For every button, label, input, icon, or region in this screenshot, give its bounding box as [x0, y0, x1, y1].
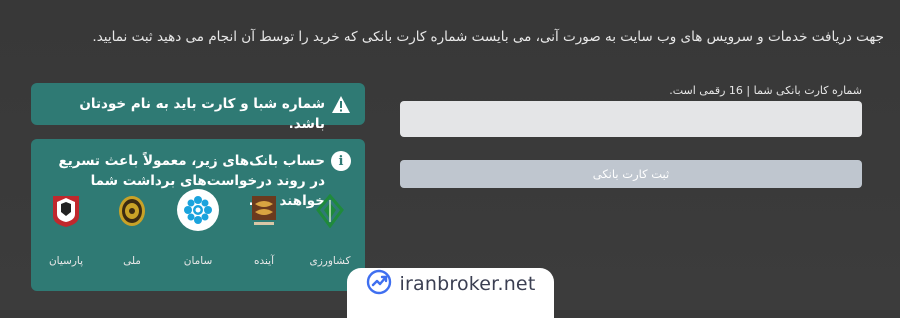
bank-list: پارسیان ملی سامان آینده کشاورزی [37, 189, 359, 271]
intro-text: جهت دریافت خدمات و سرویس های وب سایت به … [92, 29, 884, 45]
parsian-bank-logo [46, 191, 86, 231]
bank-item-melli: ملی [103, 191, 161, 271]
keshavarzi-bank-logo [310, 191, 350, 231]
bank-name: ملی [123, 255, 141, 267]
bank-item-parsian: پارسیان [37, 191, 95, 271]
watermark-text: iranbroker.net [399, 273, 536, 295]
bank-item-keshavarzi: کشاورزی [301, 191, 359, 271]
iranbroker-watermark: iranbroker.net [347, 268, 554, 318]
card-number-input[interactable] [400, 101, 862, 137]
bank-name: سامان [183, 255, 213, 267]
bank-item-saman: سامان [169, 189, 227, 271]
warning-alert: شماره شبا و کارت باید به نام خودتان باشد… [31, 83, 365, 132]
trend-chart-icon [366, 269, 392, 299]
info-alert: i حساب بانک‌های زیر، معمولاً باعث تسریع … [31, 139, 365, 291]
bank-name: آینده [253, 255, 275, 267]
info-icon: i [331, 151, 351, 171]
melli-bank-logo [112, 191, 152, 231]
bank-item-ayandeh: آینده [235, 191, 293, 271]
warning-text: شماره شبا و کارت باید به نام خودتان باشد… [79, 96, 325, 132]
ayandeh-bank-logo [244, 191, 284, 231]
saman-bank-logo [177, 189, 219, 231]
submit-card-button[interactable]: ثبت کارت بانکی [400, 160, 862, 188]
card-number-label: شماره کارت بانکی شما | 16 رقمی است. [669, 84, 862, 97]
bank-name: کشاورزی [309, 255, 351, 267]
warning-icon [331, 94, 351, 114]
bank-name: پارسیان [48, 255, 84, 267]
